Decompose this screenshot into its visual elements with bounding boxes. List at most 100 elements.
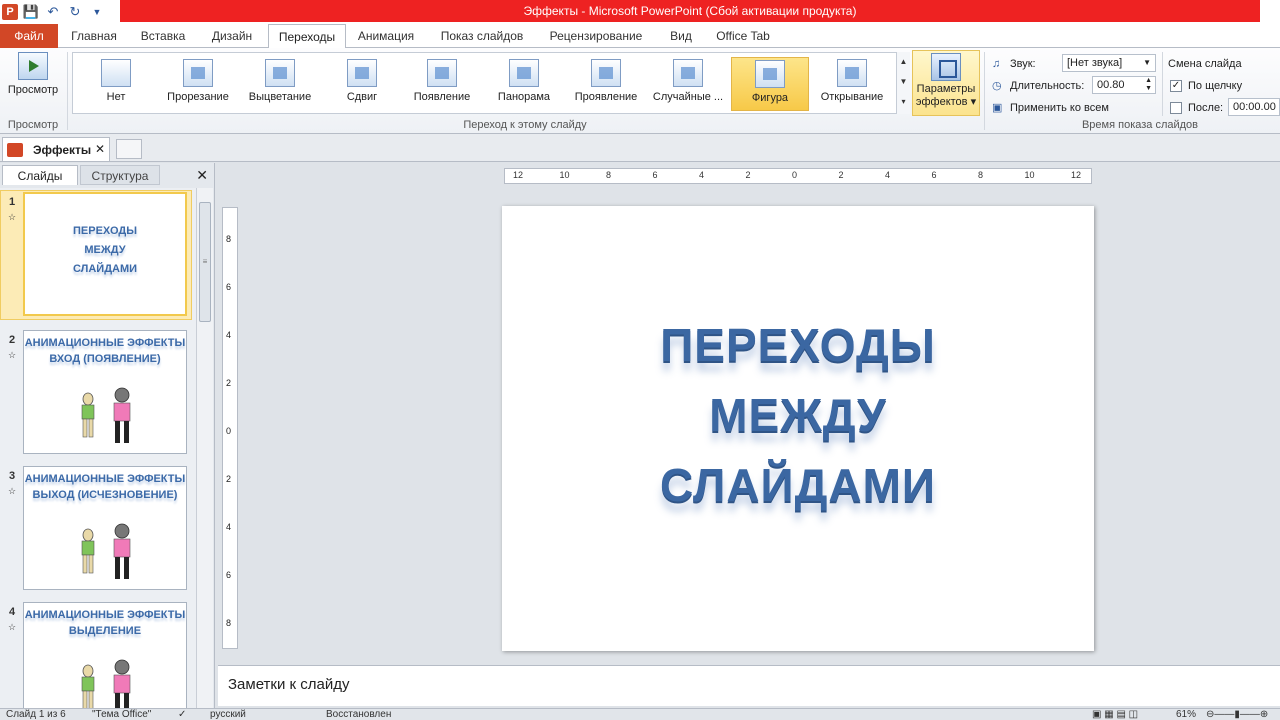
tab-ribbon-8[interactable]: Вид [658, 24, 704, 48]
sound-icon: ♫ [992, 58, 1001, 70]
spellcheck-icon[interactable]: ✓ [178, 709, 186, 720]
transition-gallery: Нет Прорезание Выцветание Сдвиг Появление Пан… [72, 52, 910, 114]
slide-number: 3 [9, 470, 16, 482]
status-bar: Слайд 1 из 6 "Тема Office" ✓ русский Вос… [0, 708, 1280, 720]
effect-options-button[interactable]: Параметры эффектов ▾ [912, 50, 980, 116]
slide-thumbnail[interactable]: 3 ☆ АНИМАЦИОННЫЕ ЭФФЕКТЫ ВЫХОД (ИСЧЕЗНОВЕН… [0, 464, 196, 594]
tab-slides[interactable]: Слайды [2, 165, 78, 185]
new-document-tab-button[interactable] [116, 139, 142, 159]
after-checkbox[interactable]: После: [1170, 98, 1223, 118]
slide-number: 1 [9, 196, 16, 208]
transition-label: Фигура [751, 92, 789, 104]
tab-ribbon-9[interactable]: Office Tab [706, 24, 780, 48]
transition-item[interactable]: Прорезание [159, 57, 237, 111]
panel-scrollbar[interactable]: ≡ [196, 188, 213, 708]
transition-item[interactable]: Открывание [813, 57, 891, 111]
ruler-tick-label: 4 [226, 522, 232, 532]
document-tab[interactable]: Эффекты ✕ [2, 137, 110, 161]
tab-outline[interactable]: Структура [80, 165, 160, 185]
on-click-check-icon[interactable]: ✓ [1170, 80, 1182, 92]
notes-pane[interactable]: Заметки к слайду [218, 665, 1280, 706]
transition-item[interactable]: Сдвиг [323, 57, 401, 111]
slide-number: 2 [9, 334, 16, 346]
transition-group-label: Переход к этому слайду [463, 119, 587, 131]
transition-thumbnail-icon [101, 59, 131, 87]
sound-select[interactable]: [Нет звука] ▼ [1062, 54, 1156, 72]
transition-item[interactable]: Появление [403, 57, 481, 111]
cartoon-characters-image [68, 523, 148, 583]
horizontal-ruler: 12 10 8 6 4 2 0 2 4 6 8 10 12 [504, 168, 1092, 184]
panel-close-icon[interactable]: ✕ [196, 167, 208, 184]
ruler-tick-label: 4 [699, 170, 705, 180]
cartoon-characters-image [68, 659, 148, 708]
transition-item[interactable]: Фигура [731, 57, 809, 111]
slide-thumbnail[interactable]: 1 ☆ ПЕРЕХОДЫ МЕЖДУ СЛАЙДАМИ [0, 190, 196, 320]
tab-ribbon-6[interactable]: Показ слайдов [430, 24, 534, 48]
ruler-tick-label: 10 [559, 170, 570, 180]
ruler-tick-label: 12 [513, 170, 524, 180]
customize-icon[interactable]: ▼ [88, 3, 106, 21]
ruler-tick-label: 8 [226, 234, 232, 244]
redo-icon[interactable]: ↻ [66, 3, 84, 21]
spinner-icon[interactable]: ▲ ▼ [1145, 77, 1152, 93]
view-icons[interactable]: ▣ ▦ ▤ ◫ [1092, 709, 1138, 720]
gallery-more-icon[interactable]: ▾ [897, 92, 910, 112]
powerpoint-icon[interactable]: P [2, 4, 18, 20]
undo-icon[interactable]: ↶ [44, 3, 62, 21]
scrollbar-thumb[interactable]: ≡ [199, 202, 211, 322]
chevron-down-icon: ▼ [1143, 58, 1151, 67]
sound-row: ♫ Звук: [992, 54, 1036, 74]
preview-group-label: Просмотр [7, 119, 59, 131]
ribbon-tabs: Файл Главная Вставка Дизайн Переходы Анимация… [0, 24, 1280, 49]
status-language[interactable]: русский [210, 709, 246, 720]
transition-item[interactable]: Проявление [567, 57, 645, 111]
tab-ribbon-3[interactable]: Дизайн [200, 24, 264, 48]
gallery-down-icon[interactable]: ▼ [897, 72, 910, 92]
on-click-checkbox[interactable]: ✓ По щелчку [1170, 76, 1242, 96]
ruler-tick-label: 8 [226, 618, 232, 628]
transition-item[interactable]: Случайные ... [649, 57, 727, 111]
after-input[interactable]: 00:00.00 [1228, 98, 1280, 116]
tab-ribbon-1[interactable]: Главная [62, 24, 126, 48]
current-slide[interactable]: ПЕРЕХОДЫ МЕЖДУ СЛАЙДАМИ [502, 206, 1094, 651]
title-bar: Эффекты - Microsoft PowerPoint (Сбой акт… [0, 0, 1280, 24]
apply-all-label: Применить ко всем [1010, 102, 1109, 114]
cartoon-characters-image [68, 387, 148, 447]
zoom-slider[interactable]: ⊖——▮——⊕ [1206, 709, 1268, 720]
transition-item[interactable]: Выцветание [241, 57, 319, 111]
effect-options-icon [931, 53, 961, 81]
tab-ribbon-5[interactable]: Анимация [346, 24, 426, 48]
transition-star-icon: ☆ [8, 350, 17, 360]
slide-title[interactable]: ПЕРЕХОДЫ МЕЖДУ СЛАЙДАМИ [502, 310, 1094, 520]
tab-ribbon-7[interactable]: Рецензирование [538, 24, 654, 48]
after-label: После: [1188, 102, 1224, 114]
after-check-icon[interactable] [1170, 102, 1182, 114]
slide-thumbnail[interactable]: 4 ☆ АНИМАЦИОННЫЕ ЭФФЕКТЫ ВЫДЕЛЕНИЕ [0, 600, 196, 708]
transition-thumbnail-icon [755, 60, 785, 88]
ribbon-separator [67, 52, 68, 130]
transition-thumbnail-icon [347, 59, 377, 87]
vertical-ruler: 8 6 4 2 0 2 4 6 8 [222, 207, 238, 649]
tab-ribbon-2[interactable]: Вставка [130, 24, 196, 48]
preview-button[interactable]: Просмотр [2, 52, 64, 112]
save-icon[interactable]: 💾 [22, 3, 40, 21]
slide-preview-title: АНИМАЦИОННЫЕ ЭФФЕКТЫ ВЫДЕЛЕНИЕ [24, 609, 186, 637]
tab-file[interactable]: Файл [0, 24, 58, 48]
apply-all-button[interactable]: ▣ Применить ко всем [992, 98, 1109, 118]
tab-ribbon-4[interactable]: Переходы [268, 24, 346, 49]
transition-label: Проявление [574, 91, 638, 103]
status-theme[interactable]: "Тема Office" [92, 709, 151, 720]
transition-item[interactable]: Панорама [485, 57, 563, 111]
close-icon[interactable]: ✕ [95, 142, 105, 156]
transition-item[interactable]: Нет [77, 57, 155, 111]
duration-input[interactable]: 00.80 ▲ ▼ [1092, 76, 1156, 94]
ribbon-separator [984, 52, 985, 130]
apply-all-icon: ▣ [992, 102, 1003, 114]
transition-thumbnail-icon [591, 59, 621, 87]
on-click-label: По щелчку [1188, 80, 1243, 92]
gallery-scroll[interactable]: ▲ ▼ ▾ [896, 52, 910, 114]
gallery-up-icon[interactable]: ▲ [897, 52, 910, 72]
slide-thumbnail[interactable]: 2 ☆ АНИМАЦИОННЫЕ ЭФФЕКТЫ ВХОД (ПОЯВЛЕНИЕ) [0, 328, 196, 458]
status-recovered: Восстановлен [326, 709, 392, 720]
status-zoom[interactable]: 61% [1176, 709, 1196, 720]
